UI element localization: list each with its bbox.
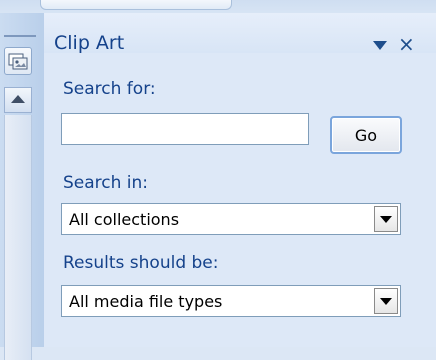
results-type-dropdown[interactable]: All media file types (61, 285, 401, 317)
results-type-selected-value: All media file types (69, 292, 223, 311)
toolbar-tab-edge (40, 0, 232, 10)
top-toolbar-strip (0, 0, 436, 13)
search-in-dropdown[interactable]: All collections (61, 203, 401, 235)
pane-title: Clip Art (54, 32, 125, 54)
search-input[interactable] (61, 113, 309, 145)
docked-side-bar (0, 13, 45, 360)
chevron-down-icon[interactable] (374, 288, 398, 314)
scroll-up-button[interactable] (4, 87, 32, 113)
clip-art-pane-icon[interactable] (4, 47, 32, 75)
search-for-label: Search for: (63, 79, 156, 99)
go-button[interactable]: Go (330, 116, 402, 154)
scrollbar-track[interactable] (4, 115, 32, 360)
chevron-down-icon[interactable] (374, 206, 398, 232)
results-should-be-label: Results should be: (63, 253, 219, 273)
search-in-selected-value: All collections (69, 210, 180, 229)
clip-art-icon (8, 53, 28, 70)
close-icon[interactable]: × (398, 32, 415, 56)
pane-options-dropdown-icon[interactable] (373, 41, 387, 50)
pane-header: Clip Art × (44, 13, 436, 56)
grip-line (4, 35, 36, 37)
search-in-label: Search in: (63, 173, 149, 193)
clip-art-task-pane: Clip Art × Search for: Go Search in: All… (44, 13, 436, 347)
